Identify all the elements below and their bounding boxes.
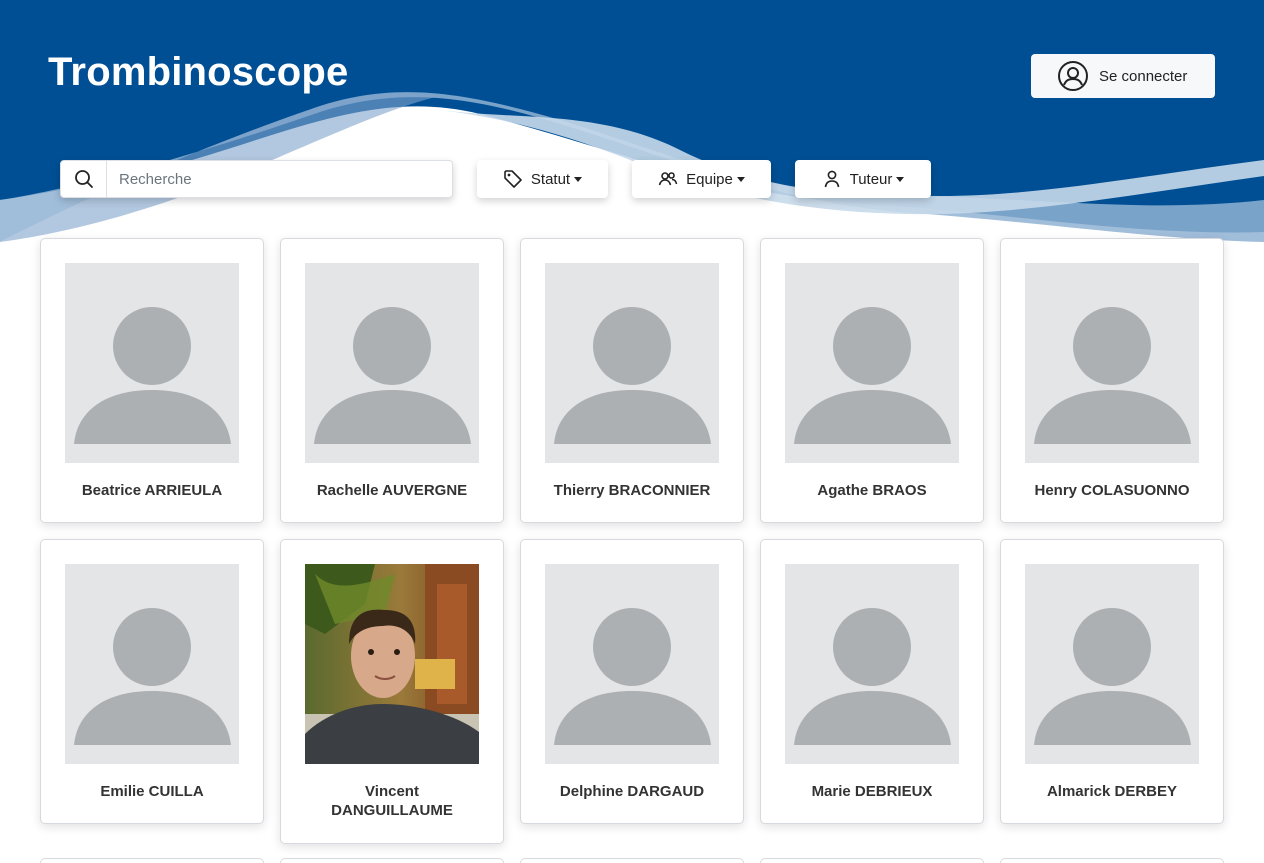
person-card[interactable]: Almarick DERBEY	[1000, 539, 1224, 824]
user-icon	[822, 169, 842, 189]
person-name: Beatrice ARRIEULA	[81, 482, 223, 499]
person-name: Henry COLASUONNO	[1034, 482, 1190, 499]
page-title: Trombinoscope	[48, 50, 349, 94]
avatar-placeholder-icon	[785, 564, 959, 764]
header-banner: Trombinoscope Se connecter	[0, 0, 1264, 250]
card-partial	[280, 858, 504, 863]
tag-icon	[503, 169, 523, 189]
caret-down-icon	[896, 176, 905, 182]
person-name: Vincent DANGUILLAUME	[331, 783, 453, 819]
person-card[interactable]: Emilie CUILLA	[40, 539, 264, 824]
filter-statut-label: Statut	[530, 170, 571, 188]
search-input[interactable]	[107, 161, 452, 197]
card-partial	[1000, 858, 1224, 863]
person-card[interactable]: Rachelle AUVERGNE	[280, 238, 504, 523]
caret-down-icon	[574, 176, 583, 182]
caret-down-icon	[736, 176, 745, 182]
card-partial	[760, 858, 984, 863]
filter-equipe-label: Equipe	[686, 170, 733, 188]
person-name: Delphine DARGAUD	[559, 783, 705, 800]
filter-equipe-button[interactable]: Equipe	[632, 160, 771, 198]
person-name: Thierry BRACONNIER	[553, 482, 711, 499]
person-name: Rachelle AUVERGNE	[316, 482, 468, 499]
filter-statut-button[interactable]: Statut	[477, 160, 608, 198]
header-waves	[0, 0, 1264, 250]
user-circle-icon	[1057, 60, 1089, 92]
avatar-placeholder-icon	[65, 263, 239, 463]
login-button[interactable]: Se connecter	[1031, 54, 1215, 98]
avatar-placeholder-icon	[1025, 564, 1199, 764]
login-label: Se connecter	[1099, 67, 1188, 85]
search-bar	[60, 160, 453, 198]
avatar-placeholder-icon	[785, 263, 959, 463]
avatar-placeholder-icon	[65, 564, 239, 764]
avatar-placeholder-icon	[305, 263, 479, 463]
users-icon	[658, 169, 678, 189]
card-partial	[40, 858, 264, 863]
person-card[interactable]: Vincent DANGUILLAUME	[280, 539, 504, 844]
person-name: Almarick DERBEY	[1046, 783, 1178, 800]
person-name: Emilie CUILLA	[100, 783, 204, 800]
filter-tuteur-label: Tuteur	[849, 170, 893, 188]
person-card[interactable]: Thierry BRACONNIER	[520, 238, 744, 523]
avatar-placeholder-icon	[545, 564, 719, 764]
search-icon[interactable]	[61, 161, 107, 197]
person-card[interactable]: Marie DEBRIEUX	[760, 539, 984, 824]
avatar-placeholder-icon	[545, 263, 719, 463]
person-card[interactable]: Beatrice ARRIEULA	[40, 238, 264, 523]
person-name: Agathe BRAOS	[817, 482, 927, 499]
person-card[interactable]: Delphine DARGAUD	[520, 539, 744, 824]
person-name: Marie DEBRIEUX	[811, 783, 933, 800]
filter-tuteur-button[interactable]: Tuteur	[795, 160, 931, 198]
person-card[interactable]: Agathe BRAOS	[760, 238, 984, 523]
person-photo	[305, 564, 479, 764]
avatar-placeholder-icon	[1025, 263, 1199, 463]
card-partial	[520, 858, 744, 863]
person-card[interactable]: Henry COLASUONNO	[1000, 238, 1224, 523]
